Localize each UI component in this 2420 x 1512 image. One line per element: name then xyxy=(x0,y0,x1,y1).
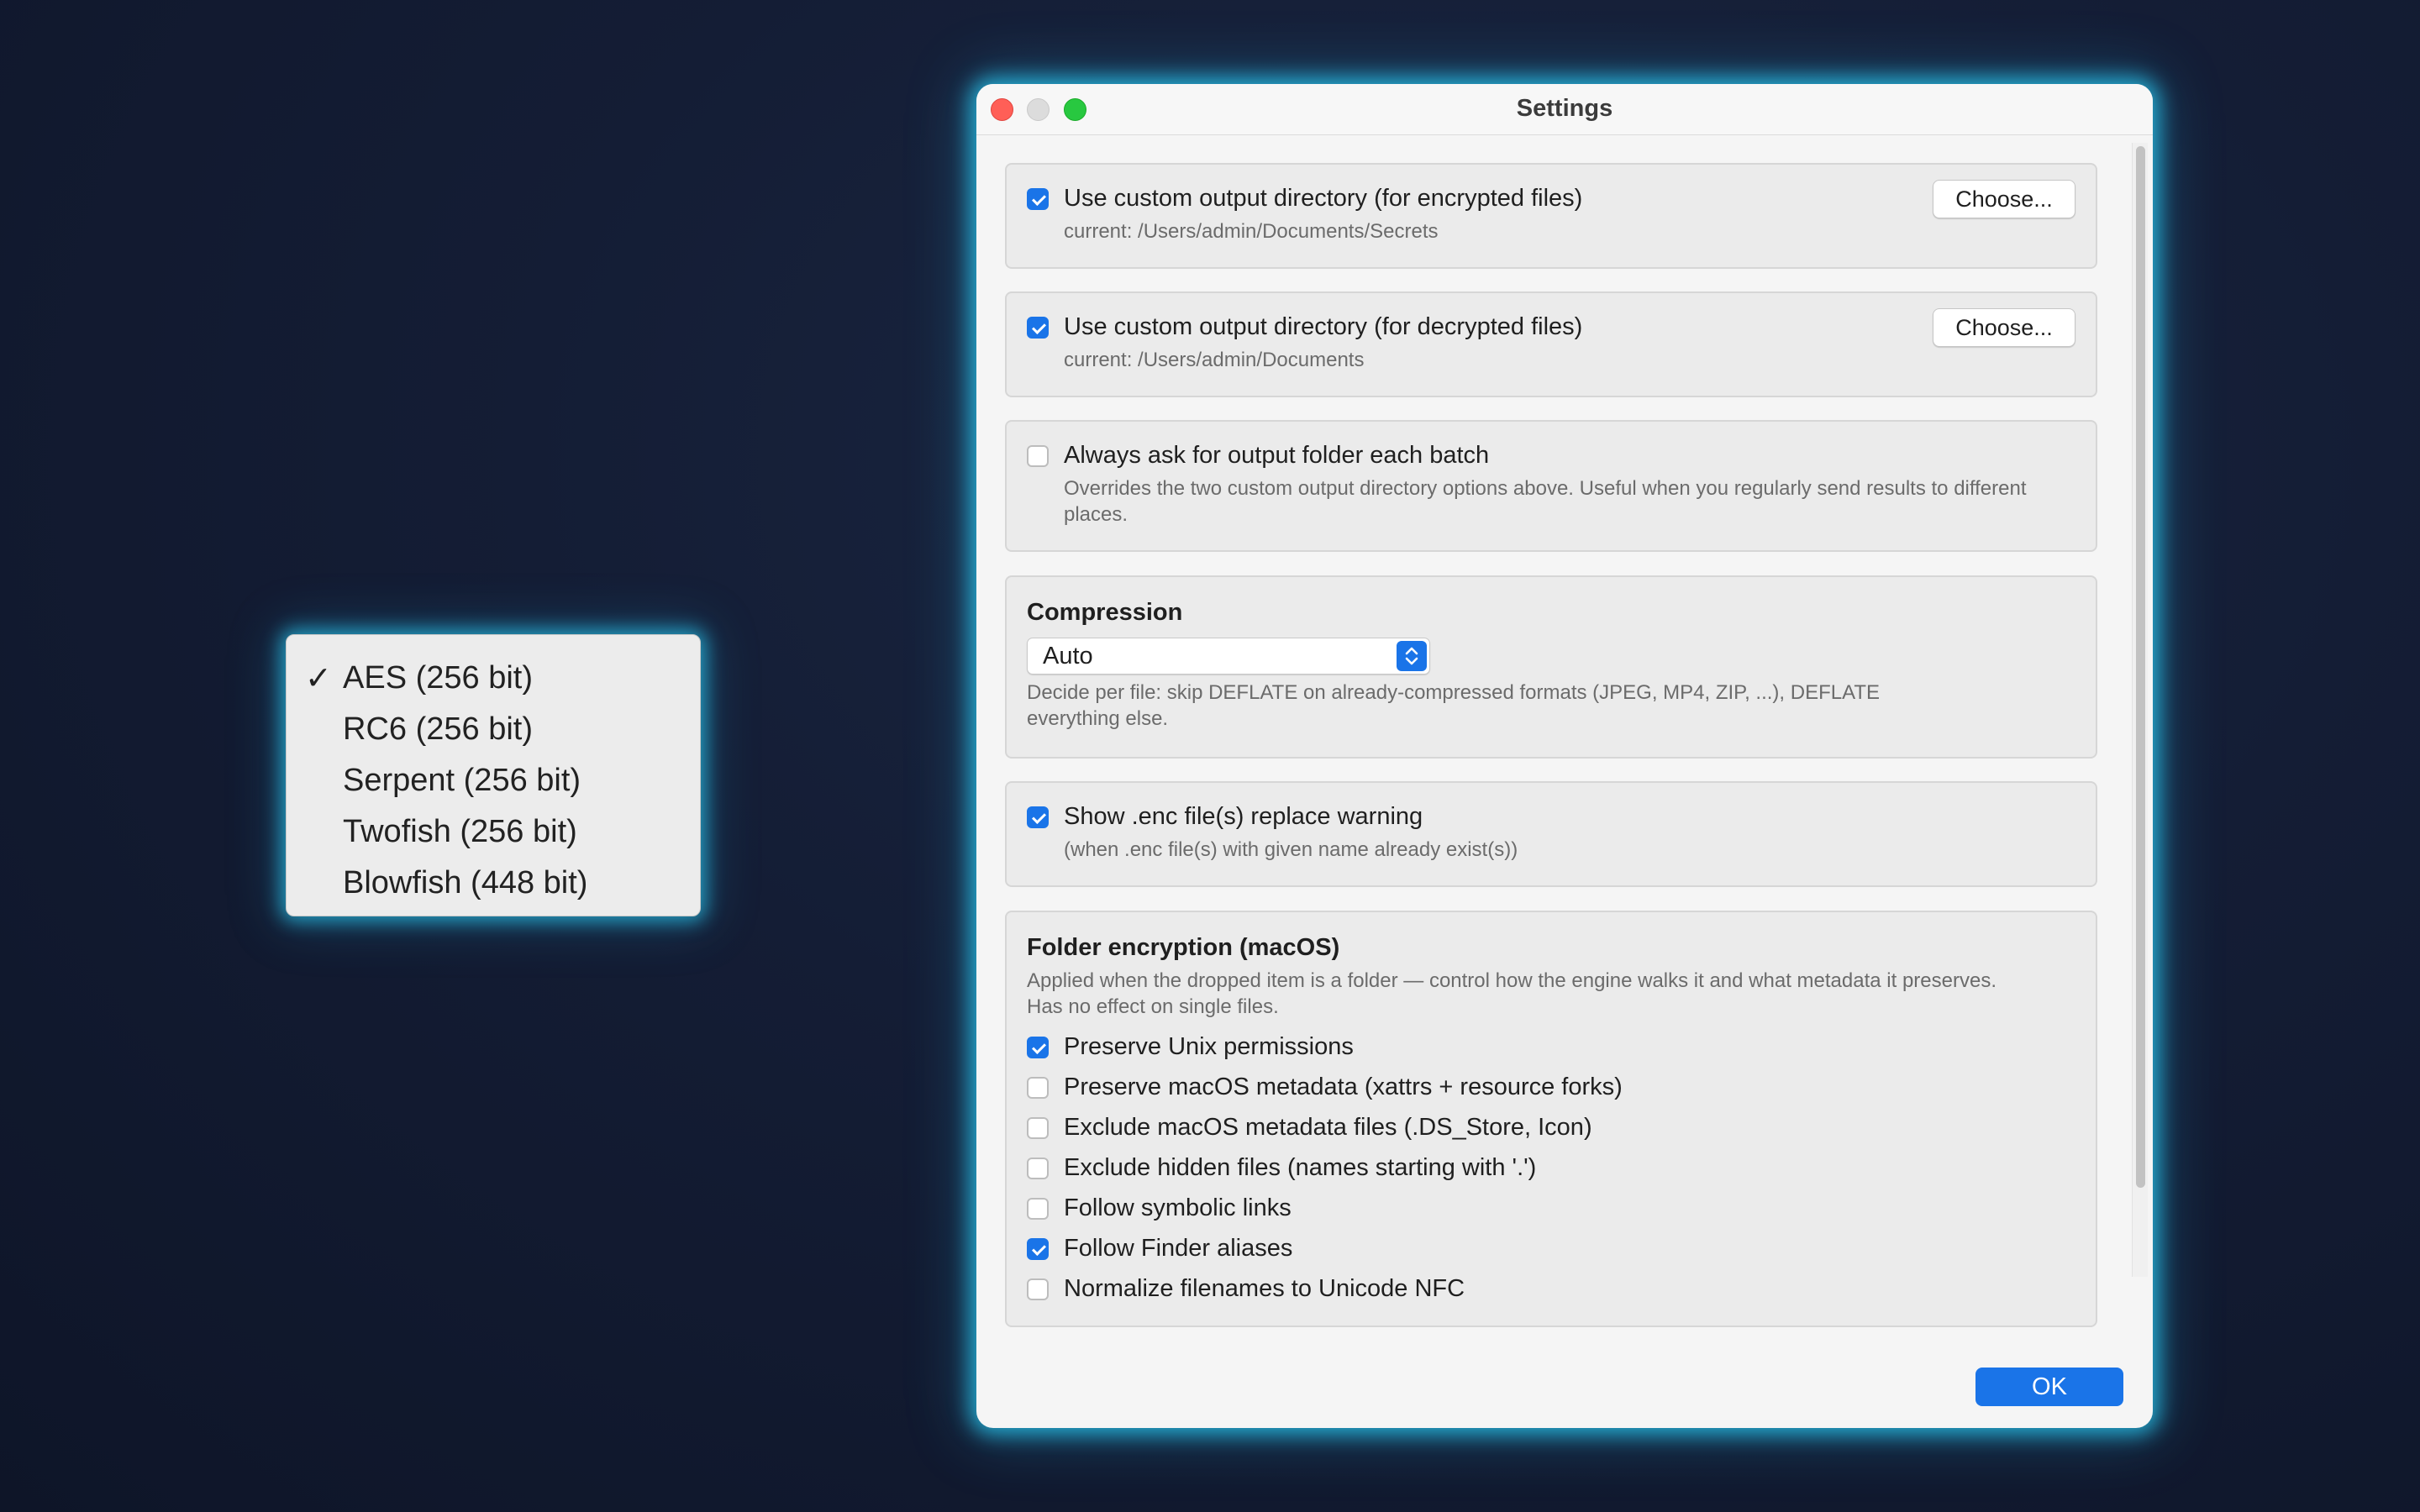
encrypted-dir-checkbox[interactable] xyxy=(1027,188,1049,210)
chevron-updown-icon xyxy=(1397,641,1427,671)
follow-finder-aliases-checkbox[interactable] xyxy=(1027,1238,1049,1260)
decrypted-dir-card: Use custom output directory (for decrypt… xyxy=(1005,291,2097,397)
exclude-macos-metadata-files-checkbox[interactable] xyxy=(1027,1117,1049,1139)
menu-item-label: RC6 (256 bit) xyxy=(343,711,533,747)
ok-button[interactable]: OK xyxy=(1975,1368,2123,1406)
follow-finder-aliases-label: Follow Finder aliases xyxy=(1064,1235,1293,1262)
settings-window: Settings Use custom output directory (fo… xyxy=(976,84,2153,1428)
menu-item-rc6[interactable]: RC6 (256 bit) xyxy=(287,705,700,756)
checkmark-icon: ✓ xyxy=(305,659,332,696)
folder-encryption-heading: Folder encryption (macOS) xyxy=(1027,934,1340,961)
cipher-popup-menu: ✓ AES (256 bit) RC6 (256 bit) Serpent (2… xyxy=(286,634,701,916)
exclude-macos-metadata-files-label: Exclude macOS metadata files (.DS_Store,… xyxy=(1064,1114,1592,1141)
normalize-filenames-checkbox[interactable] xyxy=(1027,1278,1049,1300)
always-ask-description: Overrides the two custom output director… xyxy=(1064,477,2027,526)
folder-encryption-card: Folder encryption (macOS) Applied when t… xyxy=(1005,911,2097,1327)
follow-symbolic-links-checkbox[interactable] xyxy=(1027,1198,1049,1220)
menu-item-aes[interactable]: ✓ AES (256 bit) xyxy=(287,654,700,705)
compression-select[interactable]: Auto xyxy=(1027,638,1430,675)
preserve-macos-metadata-label: Preserve macOS metadata (xattrs + resour… xyxy=(1064,1074,1623,1100)
menu-item-twofish[interactable]: Twofish (256 bit) xyxy=(287,807,700,858)
follow-symbolic-links-label: Follow symbolic links xyxy=(1064,1194,1292,1221)
compression-description: Decide per file: skip DEFLATE on already… xyxy=(1027,681,1880,730)
replace-warning-label: Show .enc file(s) replace warning xyxy=(1064,803,1423,830)
always-ask-checkbox[interactable] xyxy=(1027,445,1049,467)
menu-item-label: AES (256 bit) xyxy=(343,660,533,696)
compression-heading: Compression xyxy=(1027,599,1183,626)
exclude-hidden-files-label: Exclude hidden files (names starting wit… xyxy=(1064,1154,1537,1181)
replace-warning-checkbox[interactable] xyxy=(1027,806,1049,828)
preserve-unix-permissions-checkbox[interactable] xyxy=(1027,1037,1049,1058)
scrollbar-thumb[interactable] xyxy=(2136,146,2145,1188)
folder-encryption-description: Applied when the dropped item is a folde… xyxy=(1027,969,1996,1018)
always-ask-card: Always ask for output folder each batch … xyxy=(1005,420,2097,552)
compression-selected-value: Auto xyxy=(1043,643,1093,669)
preserve-unix-permissions-label: Preserve Unix permissions xyxy=(1064,1033,1354,1060)
menu-item-serpent[interactable]: Serpent (256 bit) xyxy=(287,756,700,807)
normalize-filenames-label: Normalize filenames to Unicode NFC xyxy=(1064,1275,1465,1302)
encrypted-dir-card: Use custom output directory (for encrypt… xyxy=(1005,163,2097,269)
window-title: Settings xyxy=(1516,95,1613,122)
preserve-macos-metadata-checkbox[interactable] xyxy=(1027,1077,1049,1099)
title-bar[interactable]: Settings xyxy=(976,84,2153,135)
choose-encrypted-dir-button[interactable]: Choose... xyxy=(1933,180,2075,218)
decrypted-dir-current-path: current: /Users/admin/Documents xyxy=(1064,349,1365,371)
decrypted-dir-label: Use custom output directory (for decrypt… xyxy=(1064,313,1583,340)
replace-warning-card: Show .enc file(s) replace warning (when … xyxy=(1005,781,2097,887)
menu-item-label: Twofish (256 bit) xyxy=(343,814,577,849)
exclude-hidden-files-checkbox[interactable] xyxy=(1027,1158,1049,1179)
replace-warning-description: (when .enc file(s) with given name alrea… xyxy=(1064,838,1518,861)
encrypted-dir-label: Use custom output directory (for encrypt… xyxy=(1064,185,1583,212)
compression-card: Compression Auto Decide per file: skip D… xyxy=(1005,575,2097,759)
menu-item-label: Blowfish (448 bit) xyxy=(343,865,588,900)
menu-item-blowfish[interactable]: Blowfish (448 bit) xyxy=(287,858,700,910)
decrypted-dir-checkbox[interactable] xyxy=(1027,317,1049,339)
encrypted-dir-current-path: current: /Users/admin/Documents/Secrets xyxy=(1064,220,1439,243)
menu-item-label: Serpent (256 bit) xyxy=(343,763,581,798)
always-ask-label: Always ask for output folder each batch xyxy=(1064,442,1490,469)
choose-decrypted-dir-button[interactable]: Choose... xyxy=(1933,308,2075,347)
vertical-scrollbar[interactable] xyxy=(2132,143,2148,1277)
